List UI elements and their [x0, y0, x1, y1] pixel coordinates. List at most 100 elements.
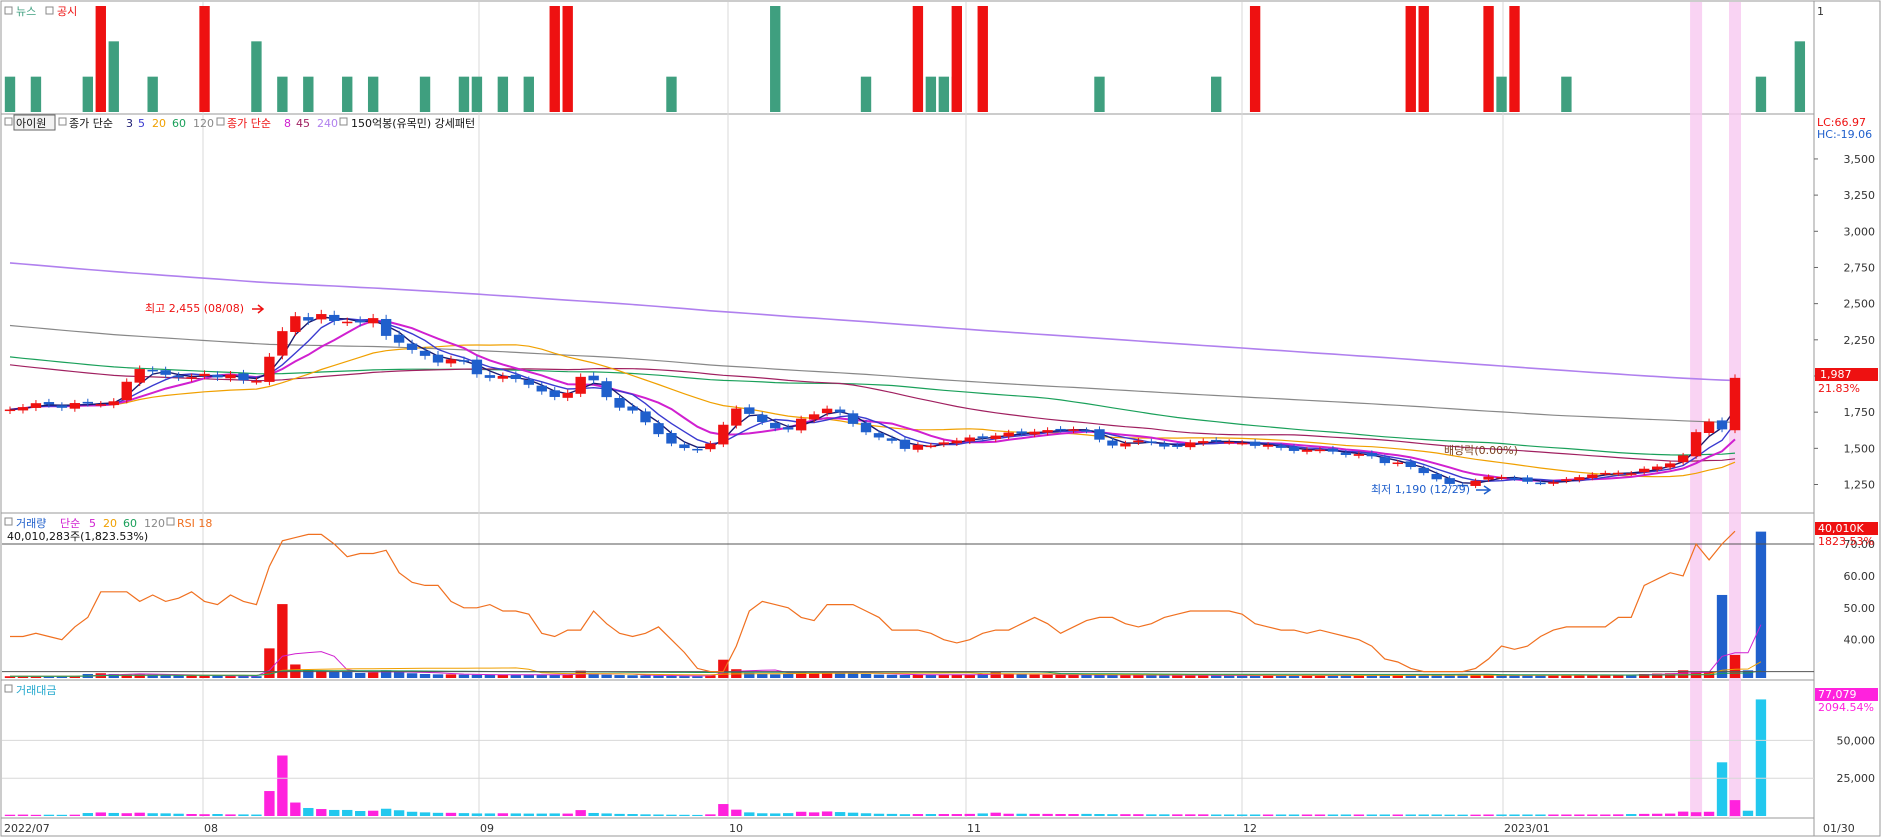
amount-bar[interactable]	[471, 813, 483, 816]
candle-body[interactable]	[640, 411, 651, 423]
volume-bar[interactable]	[679, 676, 690, 678]
candle-body[interactable]	[225, 374, 236, 379]
candle-body[interactable]	[1522, 477, 1533, 482]
candle-body[interactable]	[1405, 461, 1416, 467]
candle-body[interactable]	[601, 381, 612, 398]
candle-body[interactable]	[1353, 454, 1365, 456]
volume-bar[interactable]	[627, 675, 638, 678]
news-bar[interactable]	[4, 76, 16, 112]
news-bar[interactable]	[925, 76, 937, 112]
candle-body[interactable]	[303, 317, 314, 321]
candle-body[interactable]	[458, 360, 470, 362]
amount-bar[interactable]	[445, 812, 457, 816]
news-bar[interactable]	[147, 76, 158, 112]
candle-body[interactable]	[108, 401, 119, 406]
amount-bar[interactable]	[653, 814, 664, 816]
amount-bar[interactable]	[1405, 814, 1416, 816]
news-bar[interactable]	[1094, 76, 1105, 112]
candle-body[interactable]	[1223, 441, 1235, 444]
amount-bar[interactable]	[393, 810, 405, 816]
amount-bar[interactable]	[1613, 814, 1624, 816]
amount-bar[interactable]	[56, 814, 68, 816]
amount-bar[interactable]	[1016, 813, 1027, 816]
news-bar[interactable]	[471, 76, 483, 112]
amount-bar[interactable]	[1483, 814, 1494, 816]
candle-body[interactable]	[666, 432, 677, 444]
candle-body[interactable]	[1535, 482, 1546, 485]
candle-body[interactable]	[510, 374, 522, 380]
candle-body[interactable]	[43, 402, 55, 405]
disclosure-bar[interactable]	[1509, 6, 1520, 112]
volume-bar[interactable]	[458, 674, 470, 678]
amount-bar[interactable]	[977, 813, 988, 816]
amount-bar[interactable]	[536, 813, 547, 816]
amount-bar[interactable]	[419, 812, 431, 816]
candle-body[interactable]	[1574, 477, 1585, 481]
volume-bar[interactable]	[432, 674, 444, 678]
news-bar[interactable]	[342, 76, 353, 112]
candle-body[interactable]	[1055, 428, 1066, 431]
amount-bar[interactable]	[925, 814, 937, 816]
candle-body[interactable]	[445, 359, 457, 364]
volume-bar[interactable]	[718, 659, 729, 678]
amount-bar[interactable]	[1172, 814, 1183, 816]
volume-bar[interactable]	[1016, 674, 1027, 678]
news-bar[interactable]	[1794, 41, 1806, 113]
amount-bar[interactable]	[1366, 814, 1378, 816]
candle-body[interactable]	[1690, 432, 1702, 457]
candle-body[interactable]	[1509, 477, 1520, 480]
candle-body[interactable]	[757, 414, 768, 422]
amount-bar[interactable]	[1690, 812, 1702, 816]
candle-body[interactable]	[1275, 445, 1287, 448]
amount-bar[interactable]	[134, 812, 145, 816]
disclosure-bar[interactable]	[562, 6, 573, 112]
candle-body[interactable]	[1211, 439, 1222, 442]
candle-body[interactable]	[147, 369, 158, 372]
candle-body[interactable]	[1418, 467, 1429, 474]
amount-bar[interactable]	[510, 813, 522, 816]
candle-body[interactable]	[860, 422, 872, 433]
amount-bar[interactable]	[1133, 814, 1144, 816]
candle-body[interactable]	[56, 405, 68, 408]
volume-bar[interactable]	[1716, 594, 1728, 678]
news-bar[interactable]	[1755, 76, 1767, 112]
volume-bar[interactable]	[523, 675, 534, 678]
candle-body[interactable]	[1729, 377, 1741, 431]
amount-bar[interactable]	[432, 812, 444, 816]
candle-body[interactable]	[575, 376, 586, 394]
amount-bar[interactable]	[1548, 814, 1559, 816]
disclosure-bar[interactable]	[199, 6, 210, 112]
stock-name-button[interactable]: 아이원	[16, 117, 46, 130]
candle-body[interactable]	[1561, 479, 1572, 482]
candle-body[interactable]	[1431, 473, 1442, 480]
amount-bar[interactable]	[303, 807, 314, 816]
amount-bar[interactable]	[1496, 814, 1507, 816]
amount-bar[interactable]	[108, 812, 119, 816]
amount-bar[interactable]	[1262, 814, 1274, 816]
amount-bar[interactable]	[912, 814, 924, 816]
news-bar[interactable]	[938, 76, 950, 112]
amount-bar[interactable]	[808, 812, 820, 816]
news-bar[interactable]	[419, 76, 431, 112]
amount-bar[interactable]	[1353, 814, 1365, 816]
amount-bar[interactable]	[1211, 814, 1222, 816]
candle-body[interactable]	[1496, 476, 1507, 479]
candle-body[interactable]	[964, 437, 975, 442]
volume-bar[interactable]	[355, 672, 366, 678]
candle-body[interactable]	[549, 390, 560, 397]
candle-body[interactable]	[316, 314, 327, 320]
amount-bar[interactable]	[1185, 814, 1196, 816]
volume-bar[interactable]	[1042, 674, 1053, 678]
amount-bar[interactable]	[342, 809, 353, 816]
candle-body[interactable]	[1366, 452, 1378, 457]
amount-bar[interactable]	[1457, 814, 1468, 816]
candle-body[interactable]	[1236, 442, 1248, 445]
candle-body[interactable]	[471, 359, 483, 375]
candle-body[interactable]	[1159, 443, 1170, 447]
amount-bar[interactable]	[17, 814, 29, 816]
pattern-label[interactable]: 150억봉(유목민) 강세패턴	[351, 117, 475, 130]
amount-bar[interactable]	[692, 814, 703, 816]
amount-bar[interactable]	[316, 809, 327, 816]
amount-bar[interactable]	[1703, 811, 1715, 816]
amount-bar[interactable]	[225, 814, 236, 816]
